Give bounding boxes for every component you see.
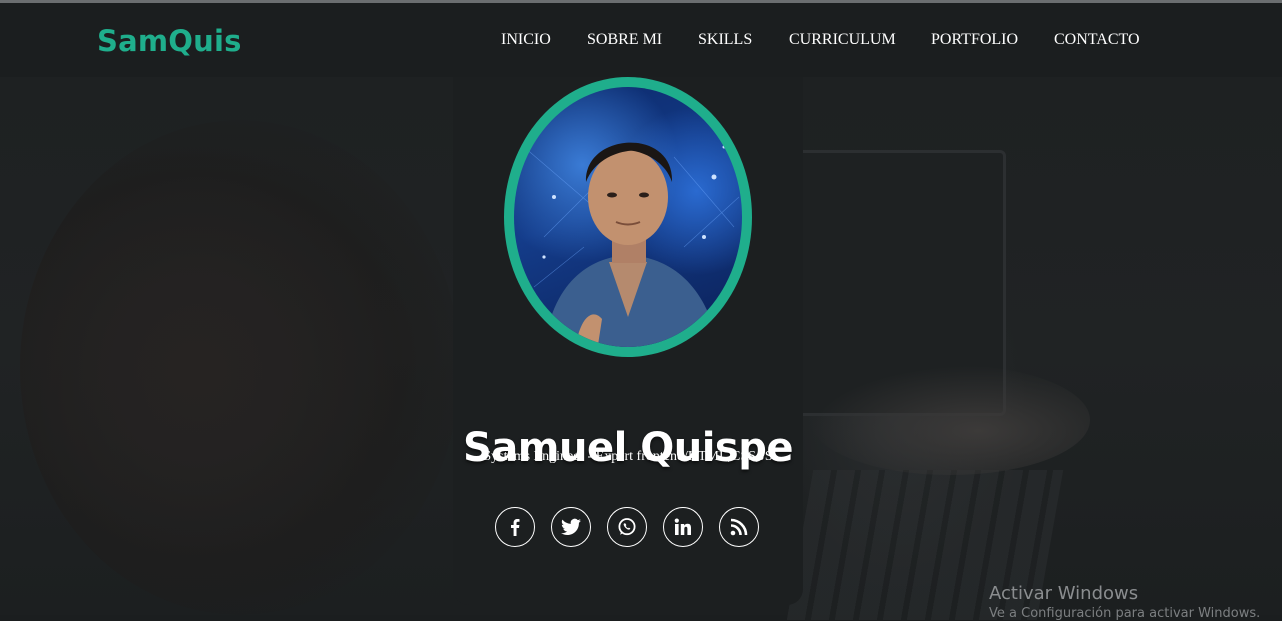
twitter-icon: [561, 518, 581, 535]
rss-icon: [730, 518, 748, 536]
whatsapp-icon: [618, 518, 636, 536]
linkedin-icon: [674, 518, 691, 535]
brand-logo[interactable]: SamQuis: [97, 24, 242, 58]
facebook-icon: [511, 519, 520, 536]
windows-activation-subtitle: Ve a Configuración para activar Windows.: [989, 606, 1261, 621]
profile-tagline: Systems Engineer - Expert frontend/HTML,…: [483, 449, 773, 464]
windows-activation-title: Activar Windows: [989, 583, 1139, 604]
profile-photo: [514, 87, 742, 347]
facebook-button[interactable]: [495, 507, 535, 547]
background-hand: [810, 365, 1090, 475]
linkedin-button[interactable]: [663, 507, 703, 547]
nav-link-contacto[interactable]: CONTACTO: [1054, 31, 1140, 49]
profile-photo-illustration: [523, 142, 740, 347]
nav-link-skills[interactable]: SKILLS: [698, 31, 752, 49]
avatar: [504, 77, 752, 357]
whatsapp-button[interactable]: [607, 507, 647, 547]
rss-button[interactable]: [719, 507, 759, 547]
twitter-button[interactable]: [551, 507, 591, 547]
nav-link-inicio[interactable]: INICIO: [501, 31, 551, 49]
nav-link-portfolio[interactable]: PORTFOLIO: [931, 31, 1018, 49]
nav-link-sobre-mi[interactable]: SOBRE MI: [587, 31, 662, 49]
nav-link-curriculum[interactable]: CURRICULUM: [789, 31, 896, 49]
navbar: SamQuis INICIO SOBRE MI SKILLS CURRICULU…: [0, 3, 1282, 77]
background-person: [20, 120, 460, 615]
